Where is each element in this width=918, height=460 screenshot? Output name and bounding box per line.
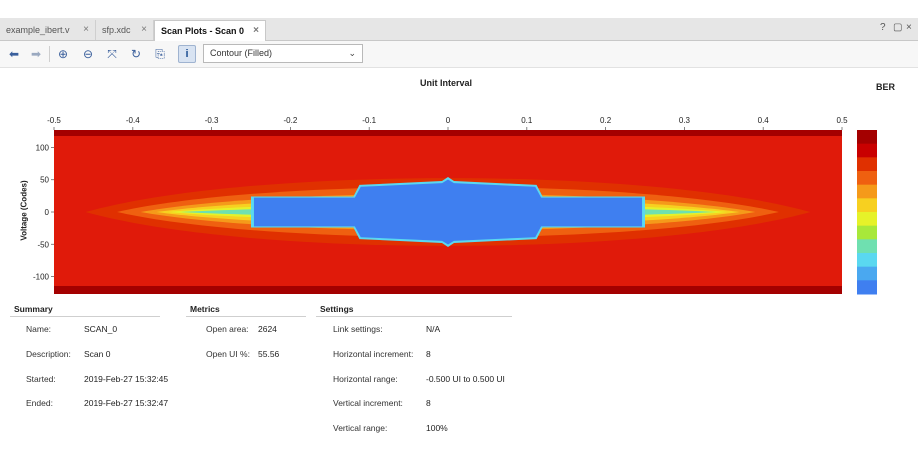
top-band (54, 130, 842, 136)
x-tick-label: 0.1 (521, 116, 533, 125)
tab-label: example_ibert.v (6, 25, 70, 35)
summary-divider (10, 316, 160, 317)
started-value: 2019-Feb-27 15:32:45 (84, 374, 169, 384)
vertical-increment-label: Vertical increment: (333, 398, 403, 408)
description-value: Scan 0 (84, 349, 111, 359)
colorbar-swatch (857, 143, 877, 158)
plot-type-select[interactable]: Contour (Filled) ⌄ (203, 44, 363, 63)
colorbar-swatch (857, 130, 877, 145)
tab-sfp-xdc[interactable]: sfp.xdc × (96, 20, 154, 40)
ended-label: Ended: (26, 398, 53, 408)
y-tick-label: -100 (33, 273, 50, 282)
vertical-increment-value: 8 (426, 398, 431, 408)
chart-title: Unit Interval (420, 78, 473, 88)
open-ui-value: 55.56 (258, 349, 280, 359)
forward-arrow-icon[interactable]: ➡ (27, 45, 45, 63)
summary-header: Summary (14, 304, 53, 314)
colorbar-swatch (857, 212, 877, 227)
horizontal-increment-label: Horizontal increment: (333, 349, 414, 359)
metrics-header: Metrics (190, 304, 220, 314)
info-icon[interactable]: i (178, 45, 196, 63)
description-label: Description: (26, 349, 71, 359)
close-window-icon[interactable]: × (906, 22, 912, 33)
horizontal-increment-value: 8 (426, 349, 431, 359)
name-label: Name: (26, 324, 52, 334)
vertical-range-label: Vertical range: (333, 423, 388, 433)
plot-type-value: Contour (Filled) (210, 48, 273, 58)
tab-example-ibert[interactable]: example_ibert.v × (0, 20, 96, 40)
tab-label: Scan Plots - Scan 0 (161, 26, 245, 36)
x-tick-label: 0.3 (679, 116, 691, 125)
tab-scan-plots[interactable]: Scan Plots - Scan 0 × (154, 20, 266, 41)
x-tick-label: 0.4 (758, 116, 770, 125)
scan-plot-window: example_ibert.v × sfp.xdc × Scan Plots -… (0, 18, 918, 458)
chevron-down-icon: ⌄ (348, 48, 356, 58)
close-icon[interactable]: × (83, 20, 89, 40)
colorbar-swatch (857, 280, 877, 295)
colorbar-swatch (857, 266, 877, 281)
x-tick-label: -0.4 (126, 116, 140, 125)
y-tick-label: 50 (40, 176, 49, 185)
x-tick-label: -0.2 (284, 116, 298, 125)
back-arrow-icon[interactable]: ⬅ (5, 45, 23, 63)
x-tick-label: 0 (446, 116, 451, 125)
toolbar: ⬅ ➡ ⊕ ⊖ ⤧ ↻ ⎘ i Contour (Filled) ⌄ (0, 41, 918, 68)
tab-label: sfp.xdc (102, 25, 131, 35)
horizontal-range-value: -0.500 UI to 0.500 UI (426, 374, 505, 384)
ended-value: 2019-Feb-27 15:32:47 (84, 398, 169, 408)
x-tick-label: 0.5 (836, 116, 848, 125)
y-tick-label: -50 (37, 240, 49, 249)
colorbar-swatch (857, 171, 877, 186)
name-value: SCAN_0 (84, 324, 118, 334)
y-tick-label: 0 (45, 208, 50, 217)
settings-header: Settings (320, 304, 354, 314)
colorbar-swatch (857, 253, 877, 268)
close-icon[interactable]: × (253, 21, 259, 41)
link-settings-label: Link settings: (333, 324, 383, 334)
colorbar-swatch (857, 157, 877, 172)
refresh-icon[interactable]: ↻ (127, 45, 145, 63)
toolbar-divider (49, 46, 50, 62)
eye-diagram-chart[interactable]: -0.5 -0.4 -0.3 -0.2 -0.1 0 0.1 0.2 0.3 0.4 0.5 100 5… (0, 90, 918, 300)
fit-icon[interactable]: ⤧ (103, 45, 121, 63)
settings-divider (316, 316, 512, 317)
bottom-band (54, 286, 842, 294)
help-icon[interactable]: ? (880, 22, 886, 33)
restore-icon[interactable]: ▢ (893, 22, 902, 33)
close-icon[interactable]: × (141, 20, 147, 40)
colorbar-swatch (857, 198, 877, 213)
open-area-value: 2624 (258, 324, 277, 334)
link-settings-value: N/A (426, 324, 441, 334)
vertical-range-value: 100% (426, 423, 448, 433)
y-tick-label: 100 (36, 143, 50, 152)
open-area-label: Open area: (206, 324, 249, 334)
tab-bar: example_ibert.v × sfp.xdc × Scan Plots -… (0, 18, 918, 41)
zoom-in-icon[interactable]: ⊕ (54, 45, 72, 63)
open-ui-label: Open UI %: (206, 349, 250, 359)
colorbar-swatch (857, 225, 877, 240)
horizontal-range-label: Horizontal range: (333, 374, 398, 384)
x-tick-label: -0.5 (47, 116, 61, 125)
export-icon[interactable]: ⎘ (151, 45, 169, 63)
started-label: Started: (26, 374, 56, 384)
zoom-out-icon[interactable]: ⊖ (79, 45, 97, 63)
colorbar-swatch (857, 239, 877, 254)
metrics-divider (186, 316, 306, 317)
x-tick-label: -0.3 (205, 116, 219, 125)
colorbar-swatch (857, 184, 877, 199)
x-tick-label: 0.2 (600, 116, 612, 125)
x-tick-label: -0.1 (362, 116, 376, 125)
